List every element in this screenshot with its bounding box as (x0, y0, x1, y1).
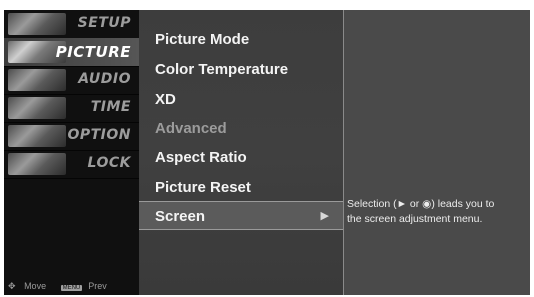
picture-options-list: Picture Mode Color Temperature XD Advanc… (139, 10, 344, 295)
setup-thumbnail-icon (8, 13, 66, 35)
category-audio[interactable]: AUDIO (4, 66, 139, 95)
submenu-arrow-icon: ▶ (320, 210, 329, 222)
menu-key-icon: MENU (60, 285, 83, 291)
option-xd[interactable]: XD (139, 85, 343, 114)
category-label: TIME (90, 99, 131, 115)
category-lock[interactable]: LOCK (4, 150, 139, 179)
option-picture-mode[interactable]: Picture Mode (139, 25, 343, 54)
tv-menu-screen: SETUP PICTURE AUDIO TIME OPTION LOCK ✥ M… (4, 10, 530, 295)
option-advanced: Advanced (155, 120, 227, 137)
category-sidebar: SETUP PICTURE AUDIO TIME OPTION LOCK ✥ M… (4, 10, 139, 295)
category-label: LOCK (87, 155, 131, 171)
option-screen[interactable]: Screen ▶ (139, 201, 343, 230)
category-label: PICTURE (55, 43, 131, 61)
help-panel: Selection (► or ◉) leads you to the scre… (344, 10, 530, 295)
move-arrows-icon: ✥ (8, 281, 16, 291)
option-screen-label: Screen (155, 208, 206, 225)
category-picture[interactable]: PICTURE (4, 38, 139, 67)
option-aspect-ratio[interactable]: Aspect Ratio (139, 143, 343, 172)
category-time[interactable]: TIME (4, 94, 139, 123)
option-thumbnail-icon (8, 125, 66, 147)
audio-thumbnail-icon (8, 69, 66, 91)
category-setup[interactable]: SETUP (4, 10, 139, 39)
option-picture-reset[interactable]: Picture Reset (139, 173, 343, 202)
category-option[interactable]: OPTION (4, 122, 139, 151)
category-label: OPTION (67, 127, 131, 143)
help-text: Selection (► or ◉) leads you to the scre… (347, 198, 495, 225)
option-color-temperature[interactable]: Color Temperature (139, 55, 343, 84)
lock-thumbnail-icon (8, 153, 66, 175)
move-label: Move (24, 281, 47, 291)
time-thumbnail-icon (8, 97, 66, 119)
category-label: AUDIO (78, 71, 131, 87)
category-label: SETUP (77, 15, 131, 31)
navigation-hint: ✥ Move MENU Prev (8, 281, 119, 292)
prev-label: Prev (88, 281, 107, 291)
